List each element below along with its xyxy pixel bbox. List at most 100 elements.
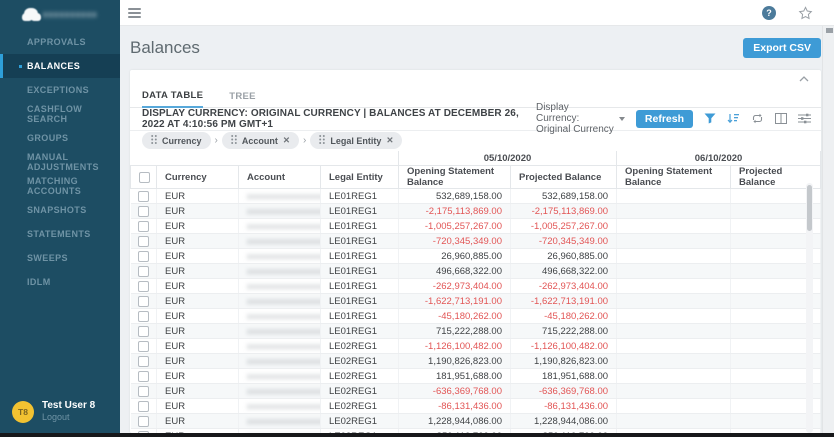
- refresh-button[interactable]: Refresh: [636, 110, 693, 128]
- sort-icon[interactable]: [727, 113, 740, 124]
- collapse-chevron-icon[interactable]: [799, 76, 809, 82]
- sidebar-item-balances[interactable]: BALANCES: [0, 54, 120, 78]
- main-area: ? Balances Export CSV DATA TABLE: [120, 0, 834, 437]
- sidebar-item-matching-accounts[interactable]: MATCHING ACCOUNTS: [0, 174, 120, 198]
- cell-balance: -262,973,404.00: [511, 279, 617, 294]
- table-scrollbar[interactable]: [806, 183, 813, 433]
- col-header-opening-statement-balance-1[interactable]: Opening Statement Balance: [399, 166, 511, 189]
- columns-icon[interactable]: [775, 113, 787, 124]
- select-all-checkbox[interactable]: [139, 172, 150, 183]
- group-chip-currency[interactable]: Currency: [142, 132, 211, 149]
- row-checkbox[interactable]: [138, 296, 149, 307]
- cell-currency: EUR: [157, 249, 239, 264]
- row-checkbox[interactable]: [138, 401, 149, 412]
- row-checkbox[interactable]: [138, 191, 149, 202]
- content: Balances Export CSV DATA TABLE TREE DISP…: [120, 26, 834, 437]
- table-scrollbar-thumb[interactable]: [807, 185, 812, 231]
- table-row[interactable]: EURxxxxxxxxxxxxxxxxxLE01REG1-2,175,113,8…: [131, 204, 821, 219]
- cell-currency: EUR: [157, 354, 239, 369]
- cell-balance: -45,180,262.00: [399, 309, 511, 324]
- row-checkbox[interactable]: [138, 416, 149, 427]
- balances-panel: DATA TABLE TREE DISPLAY CURRENCY: ORIGIN…: [130, 70, 821, 433]
- tab-data-table[interactable]: DATA TABLE: [142, 90, 203, 108]
- col-header-projected-balance-1[interactable]: Projected Balance: [511, 166, 617, 189]
- cell-account-masked: xxxxxxxxxxxxxxxxx: [247, 206, 321, 216]
- table-row[interactable]: EURxxxxxxxxxxxxxxxxxLE02REG11,228,944,08…: [131, 414, 821, 429]
- cell-balance: 532,689,158.00: [511, 189, 617, 204]
- export-csv-button[interactable]: Export CSV: [743, 38, 821, 58]
- cell-legal-entity: LE01REG1: [321, 294, 399, 309]
- table-row[interactable]: EURxxxxxxxxxxxxxxxxxLE01REG1496,668,322.…: [131, 264, 821, 279]
- help-icon[interactable]: ?: [762, 6, 776, 20]
- row-checkbox[interactable]: [138, 341, 149, 352]
- cell-balance: [617, 339, 731, 354]
- drag-handle-icon[interactable]: [319, 135, 325, 146]
- sidebar-item-idlm[interactable]: IDLM: [0, 270, 120, 294]
- row-checkbox[interactable]: [138, 266, 149, 277]
- table-row[interactable]: EURxxxxxxxxxxxxxxxxxLE02REG1181,951,688.…: [131, 369, 821, 384]
- sidebar-item-sweeps[interactable]: SWEEPS: [0, 246, 120, 270]
- filter-icon[interactable]: [704, 113, 716, 124]
- sidebar-item-snapshots[interactable]: SNAPSHOTS: [0, 198, 120, 222]
- table-row[interactable]: EURxxxxxxxxxxxxxxxxxLE02REG11,190,826,82…: [131, 354, 821, 369]
- sidebar-item-exceptions[interactable]: EXCEPTIONS: [0, 78, 120, 102]
- group-chip-account[interactable]: Account✕: [222, 132, 299, 149]
- sidebar-item-manual-adjustments[interactable]: MANUAL ADJUSTMENTS: [0, 150, 120, 174]
- cell-balance: 496,668,322.00: [511, 264, 617, 279]
- cell-account-masked: xxxxxxxxxxxxxxxxx: [247, 356, 321, 366]
- table-row[interactable]: EURxxxxxxxxxxxxxxxxxLE01REG1-45,180,262.…: [131, 309, 821, 324]
- col-header-account[interactable]: Account: [239, 166, 321, 189]
- chip-remove-icon[interactable]: ✕: [283, 135, 290, 146]
- chip-separator-chevron-icon: ›: [215, 135, 218, 146]
- sidebar-item-cashflow-search[interactable]: CASHFLOW SEARCH: [0, 102, 120, 126]
- column-settings-icon[interactable]: [798, 113, 811, 124]
- table-row[interactable]: EURxxxxxxxxxxxxxxxxxLE01REG1-262,973,404…: [131, 279, 821, 294]
- row-checkbox[interactable]: [138, 371, 149, 382]
- table-row[interactable]: EURxxxxxxxxxxxxxxxxxLE01REG1-1,622,713,1…: [131, 294, 821, 309]
- table-row[interactable]: EURxxxxxxxxxxxxxxxxxLE01REG126,960,885.0…: [131, 249, 821, 264]
- logout-link[interactable]: Logout: [42, 412, 95, 423]
- cell-balance: -86,131,436.00: [511, 399, 617, 414]
- table-row[interactable]: EURxxxxxxxxxxxxxxxxxLE01REG1-720,345,349…: [131, 234, 821, 249]
- tab-tree[interactable]: TREE: [229, 91, 256, 107]
- table-body: EUR xxxxxxxxxxxxxxxxx LE01REG1 532,689,158.…: [131, 189, 821, 433]
- row-checkbox[interactable]: [138, 251, 149, 262]
- cell-balance: -1,005,257,267.00: [399, 219, 511, 234]
- table-row[interactable]: EURxxxxxxxxxxxxxxxxxLE02REG1-1,126,100,4…: [131, 339, 821, 354]
- sidebar-nav: APPROVALSBALANCESEXCEPTIONSCASHFLOW SEAR…: [0, 30, 120, 400]
- col-header-currency[interactable]: Currency: [157, 166, 239, 189]
- row-checkbox[interactable]: [138, 356, 149, 367]
- sidebar-item-approvals[interactable]: APPROVALS: [0, 30, 120, 54]
- table-row[interactable]: EURxxxxxxxxxxxxxxxxxLE02REG1-86,131,436.…: [131, 399, 821, 414]
- row-checkbox[interactable]: [138, 326, 149, 337]
- cell-currency: EUR: [157, 294, 239, 309]
- drag-handle-icon[interactable]: [231, 135, 237, 146]
- row-checkbox[interactable]: [138, 221, 149, 232]
- chip-remove-icon[interactable]: ✕: [386, 135, 393, 146]
- loop-refresh-icon[interactable]: [751, 113, 764, 124]
- favorite-star-icon[interactable]: [798, 6, 813, 20]
- cell-legal-entity: LE02REG1: [321, 369, 399, 384]
- row-checkbox[interactable]: [138, 386, 149, 397]
- table-row[interactable]: EURxxxxxxxxxxxxxxxxxLE01REG1532,689,158.…: [131, 189, 821, 204]
- table-row[interactable]: EURxxxxxxxxxxxxxxxxxLE02REG1-636,369,768…: [131, 384, 821, 399]
- cell-legal-entity: LE01REG1: [321, 324, 399, 339]
- page-scrollbar[interactable]: [822, 26, 834, 437]
- sidebar-item-groups[interactable]: GROUPS: [0, 126, 120, 150]
- cell-balance: -636,369,768.00: [511, 384, 617, 399]
- menu-icon[interactable]: [128, 6, 141, 20]
- table-row[interactable]: EURxxxxxxxxxxxxxxxxxLE01REG1715,222,288.…: [131, 324, 821, 339]
- page-scrollbar-thumb[interactable]: [826, 28, 833, 33]
- row-checkbox[interactable]: [138, 236, 149, 247]
- drag-handle-icon[interactable]: [151, 135, 157, 146]
- row-checkbox[interactable]: [138, 311, 149, 322]
- row-checkbox[interactable]: [138, 281, 149, 292]
- col-header-opening-statement-balance-2[interactable]: Opening Statement Balance: [617, 166, 731, 189]
- cell-account-masked: xxxxxxxxxxxxxxxxx: [247, 191, 321, 201]
- group-chip-legal-entity[interactable]: Legal Entity✕: [310, 132, 402, 149]
- row-checkbox[interactable]: [138, 206, 149, 217]
- sidebar-item-statements[interactable]: STATEMENTS: [0, 222, 120, 246]
- cell-balance: -1,005,257,267.00: [511, 219, 617, 234]
- table-row[interactable]: EURxxxxxxxxxxxxxxxxxLE01REG1-1,005,257,2…: [131, 219, 821, 234]
- col-header-legal-entity[interactable]: Legal Entity: [321, 166, 399, 189]
